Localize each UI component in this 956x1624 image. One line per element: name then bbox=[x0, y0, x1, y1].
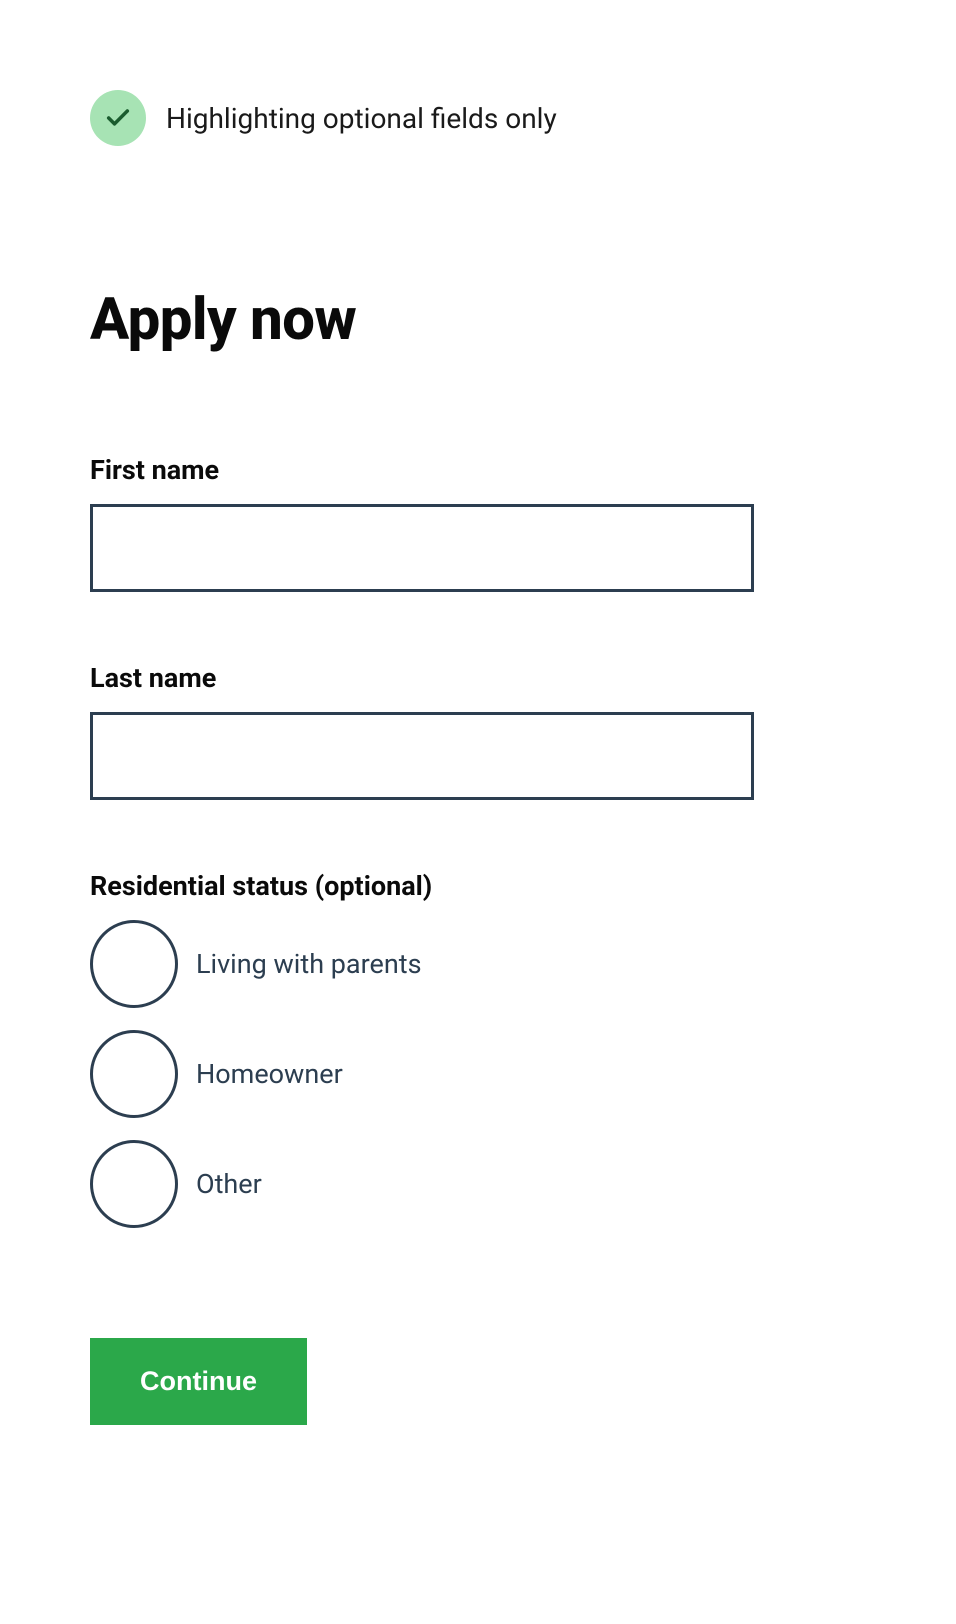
page-title: Apply now bbox=[90, 286, 866, 354]
radio-input-homeowner[interactable] bbox=[90, 1030, 178, 1118]
radio-item-living-with-parents: Living with parents bbox=[90, 920, 866, 1008]
radio-label[interactable]: Homeowner bbox=[196, 1058, 343, 1090]
radio-item-homeowner: Homeowner bbox=[90, 1030, 866, 1118]
last-name-input[interactable] bbox=[90, 712, 754, 800]
continue-button[interactable]: Continue bbox=[90, 1338, 307, 1425]
first-name-label: First name bbox=[90, 454, 866, 486]
first-name-input[interactable] bbox=[90, 504, 754, 592]
residential-status-label: Residential status (optional) bbox=[90, 870, 866, 902]
last-name-group: Last name bbox=[90, 662, 866, 800]
notification-banner: Highlighting optional fields only bbox=[90, 90, 866, 146]
radio-group: Living with parents Homeowner Other bbox=[90, 920, 866, 1228]
radio-label[interactable]: Other bbox=[196, 1168, 262, 1200]
notification-text: Highlighting optional fields only bbox=[166, 102, 557, 135]
radio-input-living-with-parents[interactable] bbox=[90, 920, 178, 1008]
last-name-label: Last name bbox=[90, 662, 866, 694]
radio-input-other[interactable] bbox=[90, 1140, 178, 1228]
radio-item-other: Other bbox=[90, 1140, 866, 1228]
residential-status-group: Residential status (optional) Living wit… bbox=[90, 870, 866, 1228]
check-icon bbox=[90, 90, 146, 146]
first-name-group: First name bbox=[90, 454, 866, 592]
radio-label[interactable]: Living with parents bbox=[196, 948, 422, 980]
